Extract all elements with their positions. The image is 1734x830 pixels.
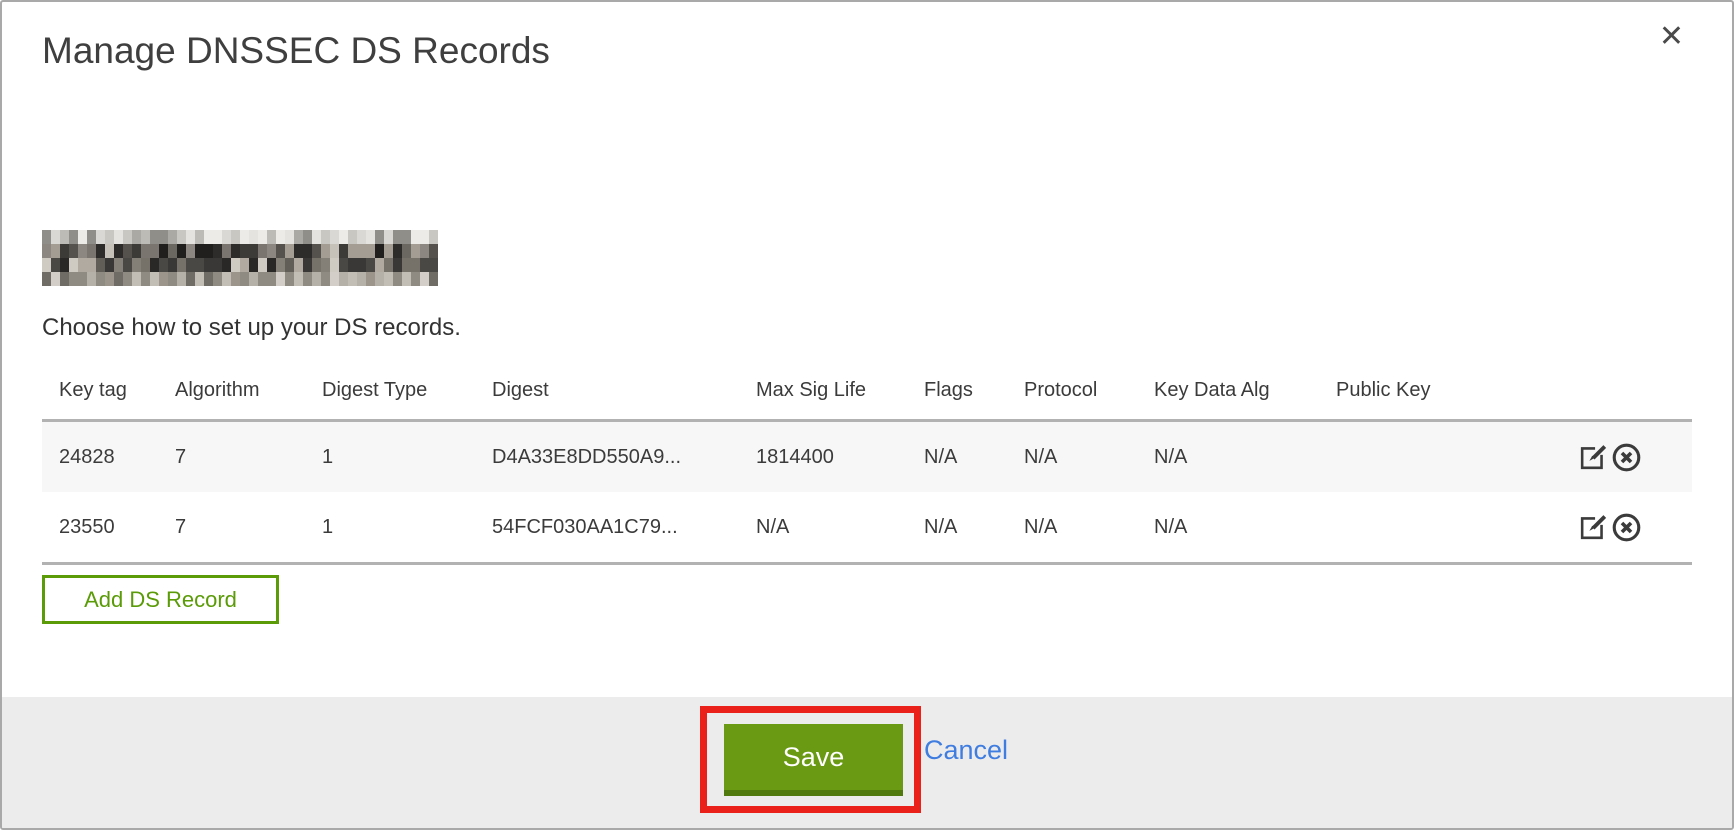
delete-record-icon[interactable]: [1611, 512, 1642, 543]
col-header-max-sig-life: Max Sig Life: [756, 379, 924, 402]
row-actions: [1562, 512, 1692, 543]
cell-key-tag: 24828: [42, 446, 175, 469]
ds-records-table: Key tag Algorithm Digest Type Digest Max…: [42, 362, 1692, 565]
cell-key-tag: 23550: [42, 516, 175, 539]
cell-protocol: N/A: [1024, 516, 1154, 539]
cell-flags: N/A: [924, 516, 1024, 539]
footer-bar: Save Cancel: [2, 697, 1732, 828]
cell-key-data-alg: N/A: [1154, 516, 1336, 539]
table-body: 24828 7 1 D4A33E8DD550A9... 1814400 N/A …: [42, 419, 1692, 565]
edit-record-icon[interactable]: [1577, 442, 1608, 473]
cell-algorithm: 7: [175, 446, 322, 469]
col-header-flags: Flags: [924, 379, 1024, 402]
table-row: 23550 7 1 54FCF030AA1C79... N/A N/A N/A …: [42, 492, 1692, 562]
col-header-key-data-alg: Key Data Alg: [1154, 379, 1336, 402]
col-header-protocol: Protocol: [1024, 379, 1154, 402]
col-header-digest: Digest: [492, 379, 756, 402]
cell-algorithm: 7: [175, 516, 322, 539]
cell-max-sig-life: N/A: [756, 516, 924, 539]
add-ds-record-button[interactable]: Add DS Record: [42, 575, 279, 624]
cell-digest-type: 1: [322, 516, 492, 539]
delete-record-icon[interactable]: [1611, 442, 1642, 473]
redacted-domain-name: [42, 230, 438, 286]
cell-key-data-alg: N/A: [1154, 446, 1336, 469]
save-button[interactable]: Save: [724, 724, 903, 796]
col-header-key-tag: Key tag: [42, 379, 175, 402]
cell-digest-type: 1: [322, 446, 492, 469]
row-actions: [1562, 442, 1692, 473]
dialog-title: Manage DNSSEC DS Records: [42, 30, 550, 72]
cell-digest: 54FCF030AA1C79...: [492, 516, 756, 539]
cell-digest: D4A33E8DD550A9...: [492, 446, 756, 469]
table-header-row: Key tag Algorithm Digest Type Digest Max…: [42, 362, 1692, 419]
cell-flags: N/A: [924, 446, 1024, 469]
dnssec-ds-records-dialog: Manage DNSSEC DS Records ✕ Choose how to…: [0, 0, 1734, 830]
instruction-text: Choose how to set up your DS records.: [42, 314, 461, 342]
cell-protocol: N/A: [1024, 446, 1154, 469]
cell-max-sig-life: 1814400: [756, 446, 924, 469]
table-row: 24828 7 1 D4A33E8DD550A9... 1814400 N/A …: [42, 422, 1692, 492]
col-header-public-key: Public Key: [1336, 379, 1562, 402]
close-icon[interactable]: ✕: [1659, 22, 1684, 52]
edit-record-icon[interactable]: [1577, 512, 1608, 543]
col-header-digest-type: Digest Type: [322, 379, 492, 402]
col-header-algorithm: Algorithm: [175, 379, 322, 402]
cancel-link[interactable]: Cancel: [924, 735, 1008, 766]
